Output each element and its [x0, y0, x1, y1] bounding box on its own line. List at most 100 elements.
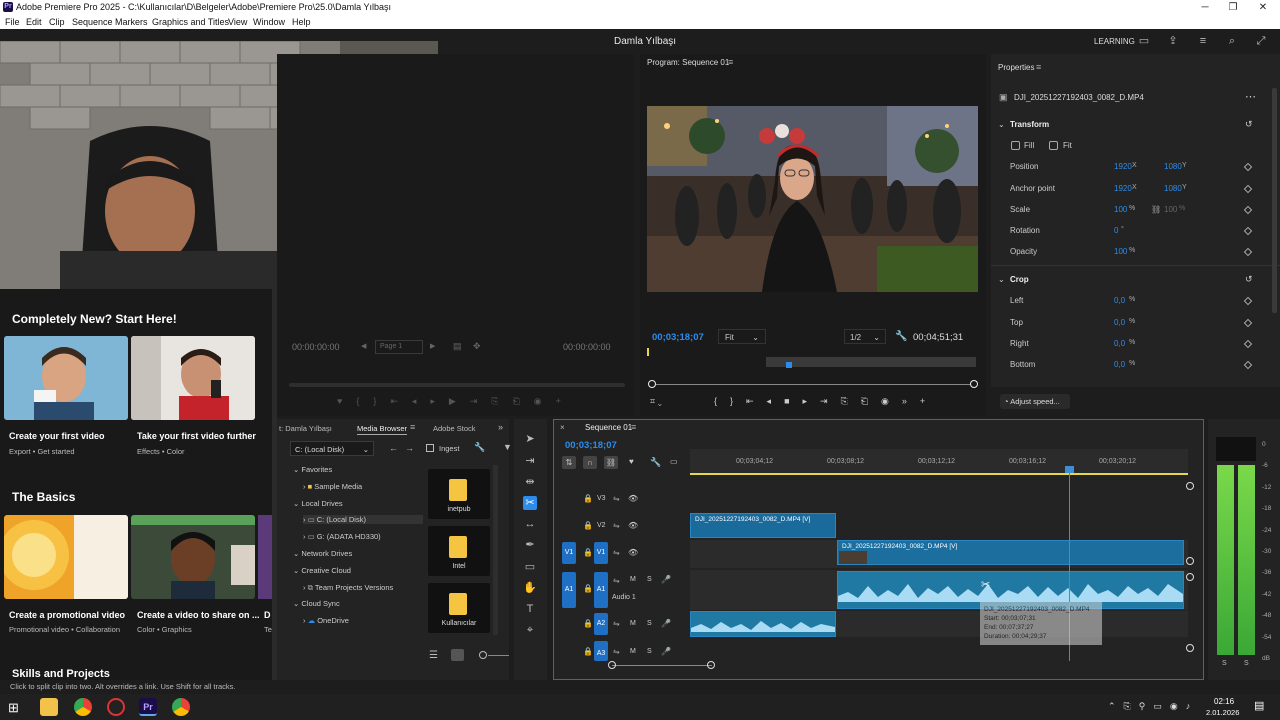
keyframe-icon[interactable] [1243, 162, 1253, 172]
menu-file[interactable]: File [5, 17, 20, 27]
notifications-icon[interactable]: ▤ [1254, 699, 1264, 712]
clip-v2[interactable]: DJI_20251227192403_0082_D.MP4 [V] [690, 513, 836, 538]
card-title-2[interactable]: Take your first video further [137, 431, 256, 441]
transform-chevron-icon[interactable]: ⌄ [998, 120, 1005, 129]
keyframe-icon[interactable] [1243, 226, 1253, 236]
solo-right-button[interactable]: S [1244, 660, 1249, 667]
keyframe-icon[interactable] [1243, 184, 1253, 194]
menu-clip[interactable]: Clip [49, 17, 65, 27]
menu-lines-icon[interactable]: ≡ [1197, 35, 1209, 47]
rectangle-tool-icon[interactable]: ▭ [523, 560, 537, 574]
solo-button[interactable]: S [647, 576, 652, 583]
tree-item[interactable]: › ▭ G: (ADATA HD330) [303, 532, 381, 541]
sync-lock-icon[interactable]: ⇋ [613, 548, 620, 557]
source-transport-controls[interactable]: ♥{}⇤◂▸▶⇥⎘⎗◉+ [337, 396, 597, 408]
transform-heading[interactable]: Transform [1010, 120, 1049, 129]
forward-arrow-icon[interactable]: → [405, 443, 414, 453]
keyframe-icon[interactable] [1243, 247, 1253, 257]
audio-scroll-bottom[interactable] [1186, 644, 1194, 652]
track-select-tool-icon[interactable]: ⇥ [523, 454, 537, 468]
anchor-x-value[interactable]: 1920 [1114, 184, 1132, 193]
horizontal-zoom-bar[interactable] [612, 665, 712, 666]
sequence-tab[interactable]: Sequence 01 [585, 423, 632, 432]
clock-time[interactable]: 02:16 [1214, 697, 1234, 706]
type-tool-icon[interactable]: T [523, 602, 537, 616]
lock-icon[interactable]: 🔒 [583, 647, 593, 656]
settings-icon[interactable]: ⌗ ⌄ [650, 396, 662, 407]
adjust-speed-button[interactable]: ◔ Adjust speed... [1000, 394, 1070, 409]
mute-button[interactable]: M [630, 620, 636, 627]
tree-item[interactable]: › ⧉ Team Projects Versions [303, 583, 393, 593]
icon-view-icon[interactable] [451, 649, 464, 661]
fit-button[interactable]: Fit [1063, 141, 1072, 150]
nest-icon[interactable]: ⇅ [562, 456, 576, 469]
track-target-a3[interactable]: A3 [594, 641, 608, 661]
card-thumbnail-2[interactable] [131, 336, 255, 420]
mute-button[interactable]: M [630, 648, 636, 655]
close-sequence-icon[interactable]: × [560, 423, 565, 432]
captions-icon[interactable]: ▭ [670, 457, 678, 466]
source-grid-icon[interactable]: ▤ [453, 341, 462, 352]
keyframe-icon[interactable] [1243, 318, 1253, 328]
windows-start-icon[interactable]: ⊞ [8, 700, 19, 716]
tree-item[interactable]: ⌄ Favorites [293, 465, 332, 474]
zoom-handle-left[interactable] [608, 661, 616, 669]
clip-v1[interactable]: DJI_20251227192403_0082_D.MP4 [V] [837, 540, 1184, 565]
menu-edit[interactable]: Edit [26, 17, 42, 27]
folder-kullanicilar[interactable]: Kullanıcılar [428, 583, 490, 633]
learning-workspace-button[interactable]: LEARNING [1094, 37, 1135, 46]
linked-selection-icon[interactable]: ⛓ [604, 456, 618, 469]
more-tabs-icon[interactable]: » [498, 422, 503, 432]
vertical-scroll-handle[interactable] [1186, 557, 1194, 565]
source-patch-v1[interactable]: V1 [562, 542, 576, 564]
share-icon[interactable]: ⇪ [1167, 35, 1179, 47]
close-button[interactable]: ✕ [1248, 0, 1278, 15]
card-thumbnail-3[interactable] [4, 515, 128, 599]
sync-lock-icon[interactable]: ⇋ [613, 576, 620, 585]
source-scrubber[interactable] [289, 383, 625, 387]
scale-value[interactable]: 100 [1114, 205, 1127, 214]
card-title-4[interactable]: Create a video to share on ... [137, 610, 260, 620]
pen-tool-icon[interactable]: ✒ [523, 538, 537, 552]
scrub-end-handle[interactable] [970, 380, 978, 388]
search-icon[interactable]: ⌕ [1226, 35, 1238, 47]
card-thumbnail-5-partial[interactable] [258, 515, 272, 599]
tree-item[interactable]: ⌄ Network Drives [293, 549, 352, 558]
menu-markers[interactable]: Markers [115, 17, 148, 27]
source-page-select[interactable]: Page 1 [375, 340, 423, 354]
tree-item[interactable]: › ▭ C: (Local Disk) [303, 515, 423, 525]
menu-help[interactable]: Help [292, 17, 311, 27]
eye-icon[interactable]: 👁 [628, 494, 638, 503]
list-view-icon[interactable]: ☰ [429, 650, 438, 661]
sync-lock-icon[interactable]: ⇋ [613, 494, 620, 503]
tab-menu-icon[interactable]: ≡ [410, 422, 415, 432]
crop-right-value[interactable]: 0,0 [1114, 339, 1125, 348]
crop-chevron-icon[interactable]: ⌄ [998, 275, 1005, 284]
solo-left-button[interactable]: S [1222, 660, 1227, 667]
premiere-taskbar-icon[interactable]: Pr [139, 698, 157, 716]
fullscreen-icon[interactable]: ⤢ [1255, 35, 1267, 47]
drive-select[interactable]: C: (Local Disk) ⌄ [290, 441, 374, 456]
fit-icon[interactable] [1049, 141, 1058, 150]
lock-icon[interactable]: 🔒 [583, 521, 593, 530]
timeline-settings-icon[interactable]: 🔧 [650, 457, 661, 468]
mute-button[interactable]: M [630, 576, 636, 583]
program-work-area-bar[interactable] [766, 357, 976, 367]
vertical-scroll-top[interactable] [1186, 482, 1194, 490]
caption-tool-icon[interactable]: ⌖ [523, 623, 537, 637]
fill-button[interactable]: Fill [1024, 141, 1034, 150]
slip-tool-icon[interactable]: ↔ [523, 517, 537, 531]
link-icon[interactable]: ⛓ [1151, 205, 1161, 214]
properties-scrollbar[interactable] [1272, 88, 1277, 313]
mic-icon[interactable]: 🎤 [661, 647, 671, 656]
track-target-v1[interactable]: V1 [594, 542, 608, 564]
sync-lock-icon[interactable]: ⇋ [613, 619, 620, 628]
track-target-a2[interactable]: A2 [594, 613, 608, 635]
sync-lock-icon[interactable]: ⇋ [613, 647, 620, 656]
lock-icon[interactable]: 🔒 [583, 548, 593, 557]
tab-adobe-stock[interactable]: Adobe Stock [433, 424, 476, 433]
keyframe-icon[interactable] [1243, 205, 1253, 215]
position-y-value[interactable]: 1080 [1164, 162, 1182, 171]
source-move-icon[interactable]: ✥ [473, 341, 481, 352]
program-scrubber[interactable] [652, 384, 974, 385]
